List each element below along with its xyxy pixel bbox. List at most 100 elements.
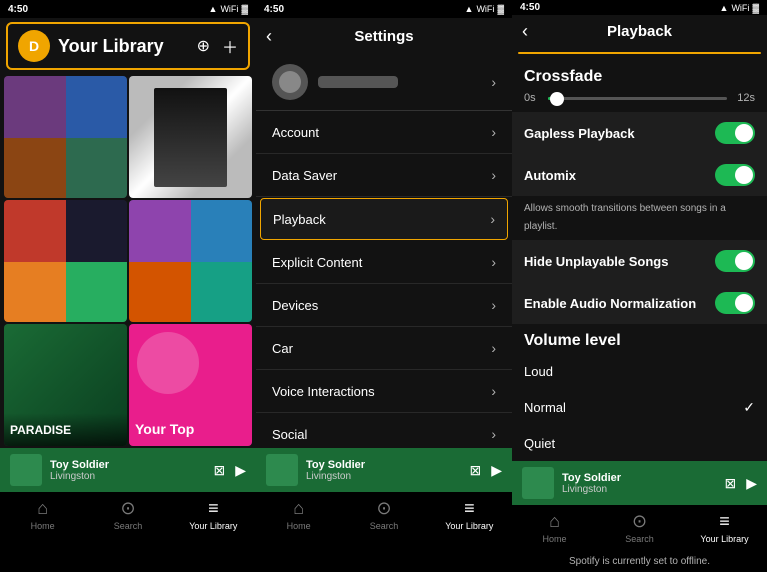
signal-icon-3: ▲ — [720, 3, 729, 13]
settings-chevron: › — [491, 426, 496, 442]
album-card[interactable]: PARADISE — [4, 324, 127, 446]
album-card[interactable]: Things and stuff datguyrage — [4, 76, 127, 198]
home-icon: ⌂ — [37, 498, 48, 519]
volume-item-loud[interactable]: Loud — [512, 354, 767, 389]
library-title: Your Library — [58, 36, 164, 57]
settings-item-devices[interactable]: Devices › — [256, 284, 512, 327]
volume-item-quiet[interactable]: Quiet — [512, 426, 767, 461]
now-playing-info: Toy Soldier Livingston — [50, 459, 205, 482]
wifi-icon-2: WiFi — [476, 4, 494, 14]
play-icon[interactable]: ▶ — [235, 462, 246, 479]
nav-library-label-2: Your Library — [445, 521, 493, 531]
nav-item-search-3[interactable]: ⊙ Search — [597, 511, 682, 544]
back-arrow[interactable]: ‹ — [266, 26, 272, 47]
header-action-icons: ⊕ ＋ — [197, 34, 238, 58]
album-card[interactable]: What You're Made Of — Arr... datguyrage — [4, 200, 127, 322]
profile-row[interactable]: › — [256, 54, 512, 111]
playback-panel: 4:50 ▲ WiFi ▓ ‹ Playback Offline Go Onli… — [512, 0, 767, 542]
library-icon: ≡ — [208, 498, 219, 519]
nav-item-home-2[interactable]: ⌂ Home — [256, 498, 341, 538]
settings-label: Account — [272, 125, 319, 140]
album-card[interactable]: Rage Mix 1 datguyrage — [129, 76, 252, 198]
profile-name — [318, 76, 398, 88]
settings-item-playback[interactable]: Playback › — [260, 198, 508, 240]
now-playing-title-2: Toy Soldier — [306, 459, 461, 471]
settings-item-datasaver[interactable]: Data Saver › — [256, 154, 512, 197]
search-icon[interactable]: ⊕ — [197, 36, 210, 56]
crossfade-row: 0s 12s — [512, 90, 767, 112]
crossfade-title: Crossfade — [512, 58, 767, 90]
crossfade-thumb — [550, 92, 564, 106]
nav-item-library-2[interactable]: ≡ Your Library — [427, 498, 512, 538]
nav-library-label: Your Library — [189, 521, 237, 531]
playback-header: ‹ Playback — [512, 15, 767, 48]
status-icons-2: ▲ WiFi ▓ — [465, 4, 504, 14]
add-icon[interactable]: ＋ — [222, 34, 238, 58]
now-playing-bar-2[interactable]: Toy Soldier Livingston ⊠ ▶ — [256, 448, 512, 492]
toggle-knob — [735, 294, 753, 312]
audio-norm-row: Enable Audio Normalization — [512, 282, 767, 324]
settings-label: Car — [272, 341, 293, 356]
settings-item-account[interactable]: Account › — [256, 111, 512, 154]
settings-label: Voice Interactions — [272, 384, 375, 399]
library-header: D Your Library ⊕ ＋ — [6, 22, 250, 70]
now-playing-controls-2: ⊠ ▶ — [469, 462, 502, 479]
now-playing-controls-3: ⊠ ▶ — [724, 475, 757, 492]
nav-item-search-2[interactable]: ⊙ Search — [341, 498, 426, 538]
search-nav-icon-2: ⊙ — [376, 498, 391, 519]
signal-icon-2: ▲ — [465, 4, 474, 14]
settings-item-social[interactable]: Social › — [256, 413, 512, 448]
playback-back-arrow[interactable]: ‹ — [522, 21, 528, 42]
settings-item-car[interactable]: Car › — [256, 327, 512, 370]
nav-home-label-3: Home — [542, 534, 566, 544]
nav-search-label-3: Search — [625, 534, 654, 544]
offline-section: Offline Go Online Within 30 days When yo… — [518, 52, 761, 54]
nav-item-library[interactable]: ≡ Your Library — [171, 498, 256, 538]
devices-icon-3[interactable]: ⊠ — [724, 475, 736, 492]
profile-avatar — [272, 64, 308, 100]
devices-icon[interactable]: ⊠ — [213, 462, 225, 479]
avatar[interactable]: D — [18, 30, 50, 62]
play-icon-2[interactable]: ▶ — [491, 462, 502, 479]
home-icon-3: ⌂ — [549, 511, 560, 532]
album-card[interactable]: Your Top — [129, 324, 252, 446]
now-playing-info-2: Toy Soldier Livingston — [306, 459, 461, 482]
nav-item-search[interactable]: ⊙ Search — [85, 498, 170, 538]
checkmark-icon: ✓ — [743, 399, 755, 416]
profile-chevron: › — [491, 74, 496, 90]
settings-item-voice[interactable]: Voice Interactions › — [256, 370, 512, 413]
audio-norm-toggle[interactable] — [715, 292, 755, 314]
album-card[interactable]: Some Kind of Disaster — All... datguyrag… — [129, 200, 252, 322]
devices-icon-2[interactable]: ⊠ — [469, 462, 481, 479]
now-playing-art-2 — [266, 454, 298, 486]
crossfade-slider[interactable] — [548, 97, 727, 100]
status-bar-2: 4:50 ▲ WiFi ▓ — [256, 0, 512, 18]
volume-item-normal[interactable]: Normal ✓ — [512, 389, 767, 426]
hide-unplayable-toggle[interactable] — [715, 250, 755, 272]
settings-label: Social — [272, 427, 307, 442]
status-bar-1: 4:50 ▲ WiFi ▓ — [0, 0, 256, 18]
nav-library-label-3: Your Library — [700, 534, 748, 544]
settings-label: Playback — [273, 212, 326, 227]
nav-item-home[interactable]: ⌂ Home — [0, 498, 85, 538]
settings-list: Account › Data Saver › Playback › Explic… — [256, 111, 512, 448]
status-time-2: 4:50 — [264, 4, 284, 15]
search-nav-icon: ⊙ — [120, 498, 135, 519]
battery-icon-2: ▓ — [497, 4, 504, 14]
now-playing-bar-3[interactable]: Toy Soldier Livingston ⊠ ▶ — [512, 461, 767, 505]
now-playing-art — [10, 454, 42, 486]
nav-item-library-3[interactable]: ≡ Your Library — [682, 511, 767, 544]
album-grid: Things and stuff datguyrage Rage Mix 1 d… — [0, 74, 256, 448]
nav-item-home-3[interactable]: ⌂ Home — [512, 511, 597, 544]
offline-toggle-row: Offline — [519, 53, 760, 54]
now-playing-bar[interactable]: Toy Soldier Livingston ⊠ ▶ — [0, 448, 256, 492]
gapless-toggle[interactable] — [715, 122, 755, 144]
crossfade-min: 0s — [524, 92, 542, 104]
settings-item-explicit[interactable]: Explicit Content › — [256, 241, 512, 284]
automix-toggle[interactable] — [715, 164, 755, 186]
play-icon-3[interactable]: ▶ — [746, 475, 757, 492]
toggle-knob — [735, 252, 753, 270]
settings-chevron: › — [491, 124, 496, 140]
settings-chevron: › — [491, 383, 496, 399]
battery-icon-1: ▓ — [241, 4, 248, 14]
